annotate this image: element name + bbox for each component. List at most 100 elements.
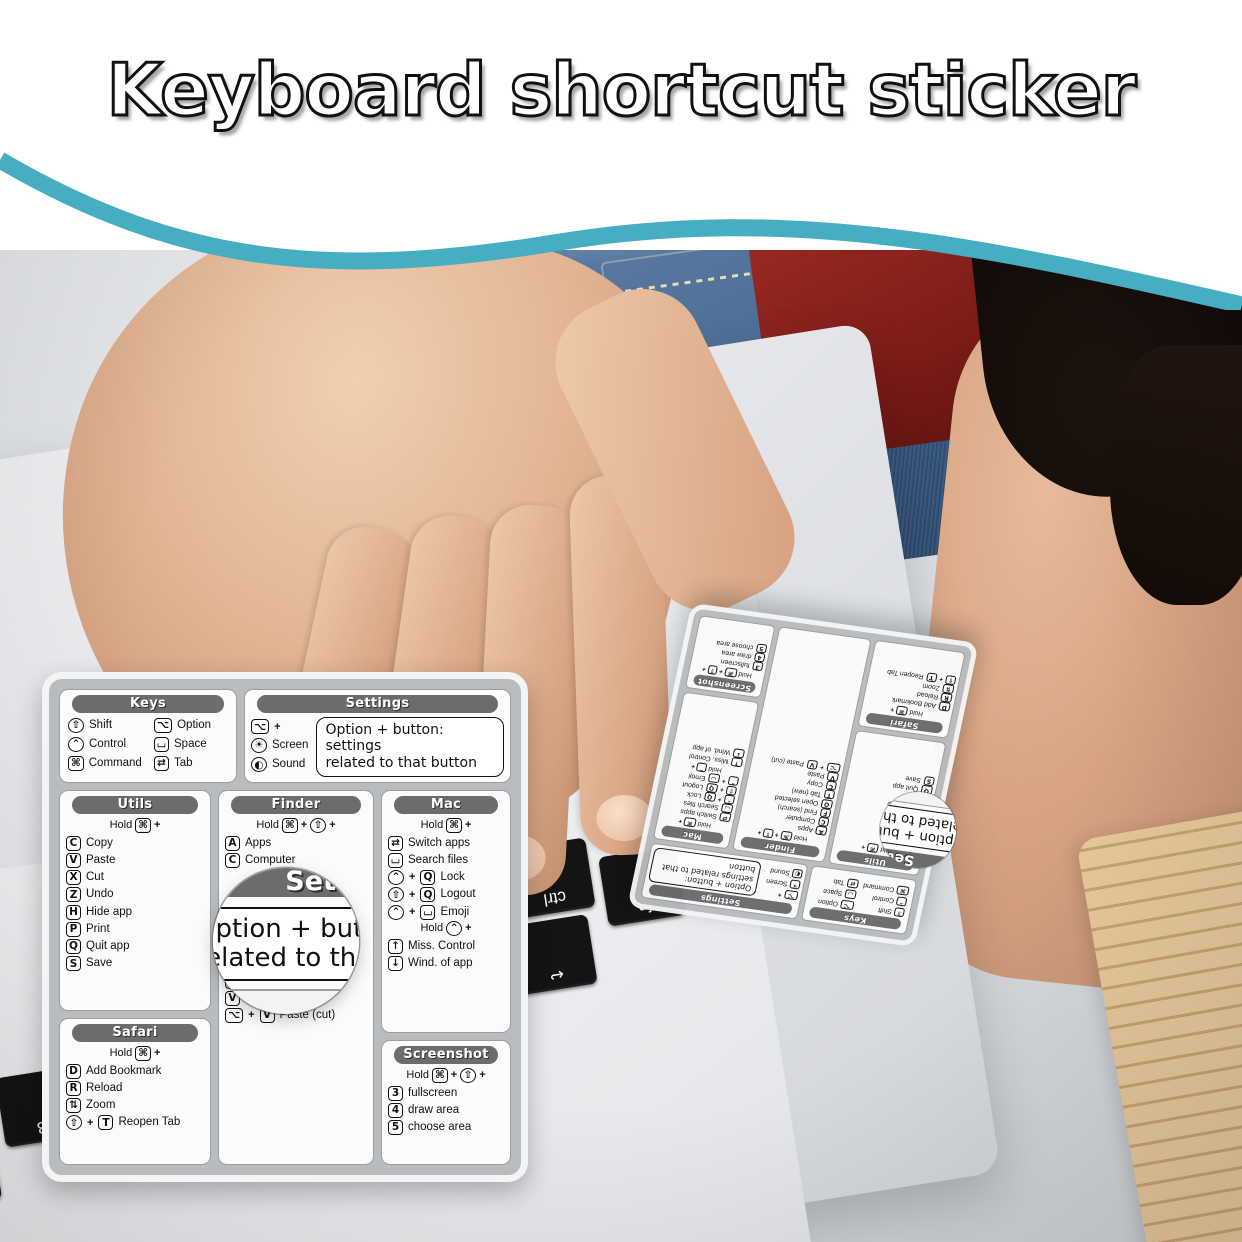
control-icon: ⌃: [388, 870, 404, 886]
space-icon: ⌴: [154, 736, 169, 752]
card-title-screenshot: Screenshot: [394, 1046, 498, 1064]
list-item-reload: R Reload: [66, 1080, 204, 1097]
card-title-settings: Settings: [257, 695, 498, 713]
key-z-icon: Z: [66, 887, 81, 903]
list-item-computer: C Computer: [225, 852, 367, 869]
list-item-space: ⌴ Space: [154, 736, 230, 753]
card-settings: Settings ⌥ + ☀ Screen ◐ Sound Option + butt…: [244, 689, 511, 783]
key-t-icon: T: [98, 1115, 114, 1131]
list-item-undo: Z Undo: [66, 886, 204, 903]
control-icon: ⌃: [388, 904, 404, 920]
list-item-label: Option: [177, 718, 211, 731]
hold-hint: Hold ⌘ + ⇧ +: [256, 817, 336, 833]
magnified-settings-card-back: Settings Option + button: related to tha…: [875, 787, 961, 873]
key-q-icon: Q: [420, 887, 436, 903]
card-title-keys: Keys: [72, 695, 224, 713]
card-keys: Keys ⇧ Shift ⌥ Option ⌃ Control ⌴ Space ⌘ Com…: [59, 689, 237, 783]
key-q-icon: Q: [66, 939, 81, 955]
list-item-apps: A Apps: [225, 835, 367, 852]
card-mac: Mac Hold ⌘ + ⇄ Switch apps ⌴ Search files ⌃ +…: [381, 790, 511, 1033]
list-item-tab: ⇄ Tab: [154, 755, 230, 772]
magnified-note: Option + button: related to that bu: [213, 907, 359, 982]
magnified-card-title: Settings: [213, 868, 359, 897]
settings-note: Option + button: settings related to tha…: [316, 716, 504, 777]
card-title-mac: Mac: [394, 796, 498, 814]
list-item-label: Copy: [86, 836, 113, 849]
list-item-emoji: ⌃ + ⌴ Emoji: [388, 904, 504, 921]
list-item-hide-app: H Hide app: [66, 904, 204, 921]
shift-icon: ⇧: [68, 717, 84, 733]
list-item-cut: X Cut: [66, 869, 204, 886]
brightness-icon: ☀: [789, 879, 801, 890]
hold-hint: Hold ⌘ + ⇧ +: [406, 1067, 486, 1083]
plus-sign: +: [274, 720, 281, 733]
poster: cmd alt ctrl fn X Z ; ↩ S A ⌨ M V N B F …: [0, 0, 1242, 1242]
command-icon: ⌘: [896, 885, 910, 896]
list-item-add-bookmark: D Add Bookmark: [66, 1063, 204, 1080]
tab-icon: ⇄: [154, 756, 169, 772]
shift-icon: ⇧: [66, 1115, 82, 1131]
control-icon: ⌃: [896, 896, 908, 907]
list-item-screen: ☀ Screen: [251, 737, 308, 754]
key-c-icon: C: [225, 852, 240, 868]
command-icon: ⌘: [68, 756, 84, 772]
list-item-label: Quit app: [86, 940, 130, 953]
list-item-command: ⌘ Command: [68, 755, 144, 772]
list-item-label: Apps: [245, 836, 272, 849]
list-item-option: ⌥ Option: [154, 717, 230, 734]
list-item-label: Undo: [86, 888, 114, 901]
list-item-label: Save: [86, 957, 113, 970]
list-item-copy: C Copy: [66, 835, 204, 852]
option-icon: ⌥: [783, 889, 799, 901]
space-icon: ⌴: [844, 889, 858, 900]
list-item-paste: V Paste: [66, 852, 204, 869]
command-icon: ⌘: [135, 1045, 151, 1061]
hold-hint: Hold ⌘ +: [420, 817, 472, 833]
command-icon: ⌘: [135, 817, 151, 833]
page-title: Keyboard shortcut sticker: [105, 47, 1138, 134]
command-icon: ⌘: [446, 817, 462, 833]
arrow-up-icon: ↑: [388, 938, 403, 954]
list-item-label: Add Bookmark: [86, 1064, 162, 1077]
list-item-switch-apps: ⇄ Switch apps: [388, 835, 504, 852]
shift-icon: ⇧: [762, 828, 774, 839]
list-item-save: S Save: [66, 955, 204, 972]
arrow-down-icon: ↓: [388, 956, 403, 972]
list-item-choose-area: 5 choose area: [388, 1119, 504, 1136]
magnified-settings-card: Settings Option + button: related to tha…: [213, 868, 359, 992]
list-item-label: Emoji: [440, 905, 470, 918]
list-item-label: choose area: [408, 1121, 472, 1134]
option-icon: ⌥: [840, 899, 855, 911]
list-item-label: Shift: [89, 718, 113, 731]
settings-note-line2: related to that button: [325, 755, 477, 772]
list-item-label: Switch apps: [408, 836, 471, 849]
control-icon: ⌃: [68, 736, 84, 752]
command-icon: ⌘: [683, 817, 697, 828]
list-item-sound: ◐ Sound: [251, 756, 308, 773]
list-item-label: Hide app: [86, 905, 133, 918]
command-icon: ⌘: [724, 667, 738, 678]
key-p-icon: P: [66, 921, 81, 937]
list-item-label: Tab: [174, 757, 193, 770]
command-icon: ⌘: [779, 830, 794, 842]
settings-modifier: ⌥ +: [251, 719, 308, 736]
key-a-icon: A: [225, 835, 240, 851]
card-safari-back: Safari Hold ⌘ + D Add Bookmark R Reload ⇅ Zoo…: [857, 639, 966, 739]
control-icon: ⌃: [696, 762, 708, 773]
list-item-lock: ⌃ + Q Lock: [388, 869, 504, 886]
zoom-icon: ⇅: [66, 1098, 81, 1114]
key-x-icon: X: [66, 870, 81, 886]
key-q-icon: Q: [420, 870, 436, 886]
magnifier-loupe: Settings Option + button: related to tha…: [213, 868, 359, 1014]
list-item-label: Sound: [272, 758, 306, 771]
list-item-label: Reload: [86, 1081, 123, 1094]
list-item-quit-app: Q Quit app: [66, 938, 204, 955]
list-item-zoom: ⇅ Zoom: [66, 1097, 204, 1114]
list-item-label: Paste: [86, 853, 116, 866]
magnified-note-line1: Option + button:: [213, 914, 359, 944]
card-title-safari: Safari: [72, 1024, 198, 1042]
list-item-shift: ⇧ Shift: [68, 717, 144, 734]
list-item-label: Reopen Tab: [118, 1116, 181, 1129]
card-utils: Utils Hold ⌘ + C Copy V Paste X Cut Z Undo H Hi…: [59, 790, 211, 1011]
key-3-icon: 3: [388, 1085, 403, 1101]
